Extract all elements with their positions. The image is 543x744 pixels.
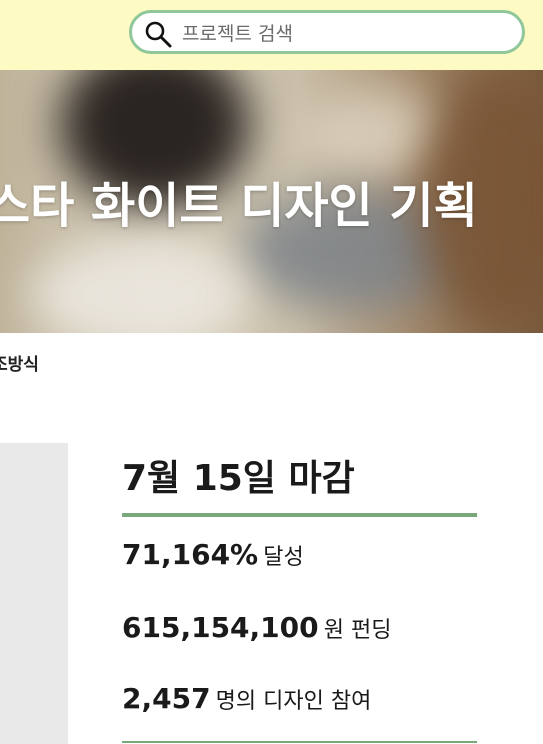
project-subinfo: 조방식 xyxy=(0,355,39,375)
achievement-value: 71,164% xyxy=(122,538,259,571)
hero-image-blur xyxy=(30,240,250,333)
search-box[interactable] xyxy=(129,10,525,54)
achievement-stat: 71,164% 달성 xyxy=(122,538,304,571)
funding-value: 615,154,100 xyxy=(122,611,319,644)
hero-title: 스타 화이트 디자인 기획 xyxy=(0,178,478,234)
deadline-label: 7월 15일 마감 xyxy=(122,458,355,499)
participants-value: 2,457 xyxy=(122,682,211,715)
hero-banner: 스타 화이트 디자인 기획 xyxy=(0,70,543,333)
stats-divider-bottom xyxy=(122,741,477,743)
top-bar xyxy=(0,0,543,70)
search-input[interactable] xyxy=(180,19,514,49)
achievement-unit: 달성 xyxy=(263,545,304,570)
stats-divider xyxy=(122,513,477,517)
search-icon[interactable] xyxy=(144,20,172,48)
side-panel xyxy=(0,443,68,744)
participants-stat: 2,457 명의 디자인 참여 xyxy=(122,682,371,715)
funding-unit: 원 펀딩 xyxy=(323,618,392,643)
participants-unit: 명의 디자인 참여 xyxy=(215,689,372,714)
funding-stat: 615,154,100 원 펀딩 xyxy=(122,611,391,644)
